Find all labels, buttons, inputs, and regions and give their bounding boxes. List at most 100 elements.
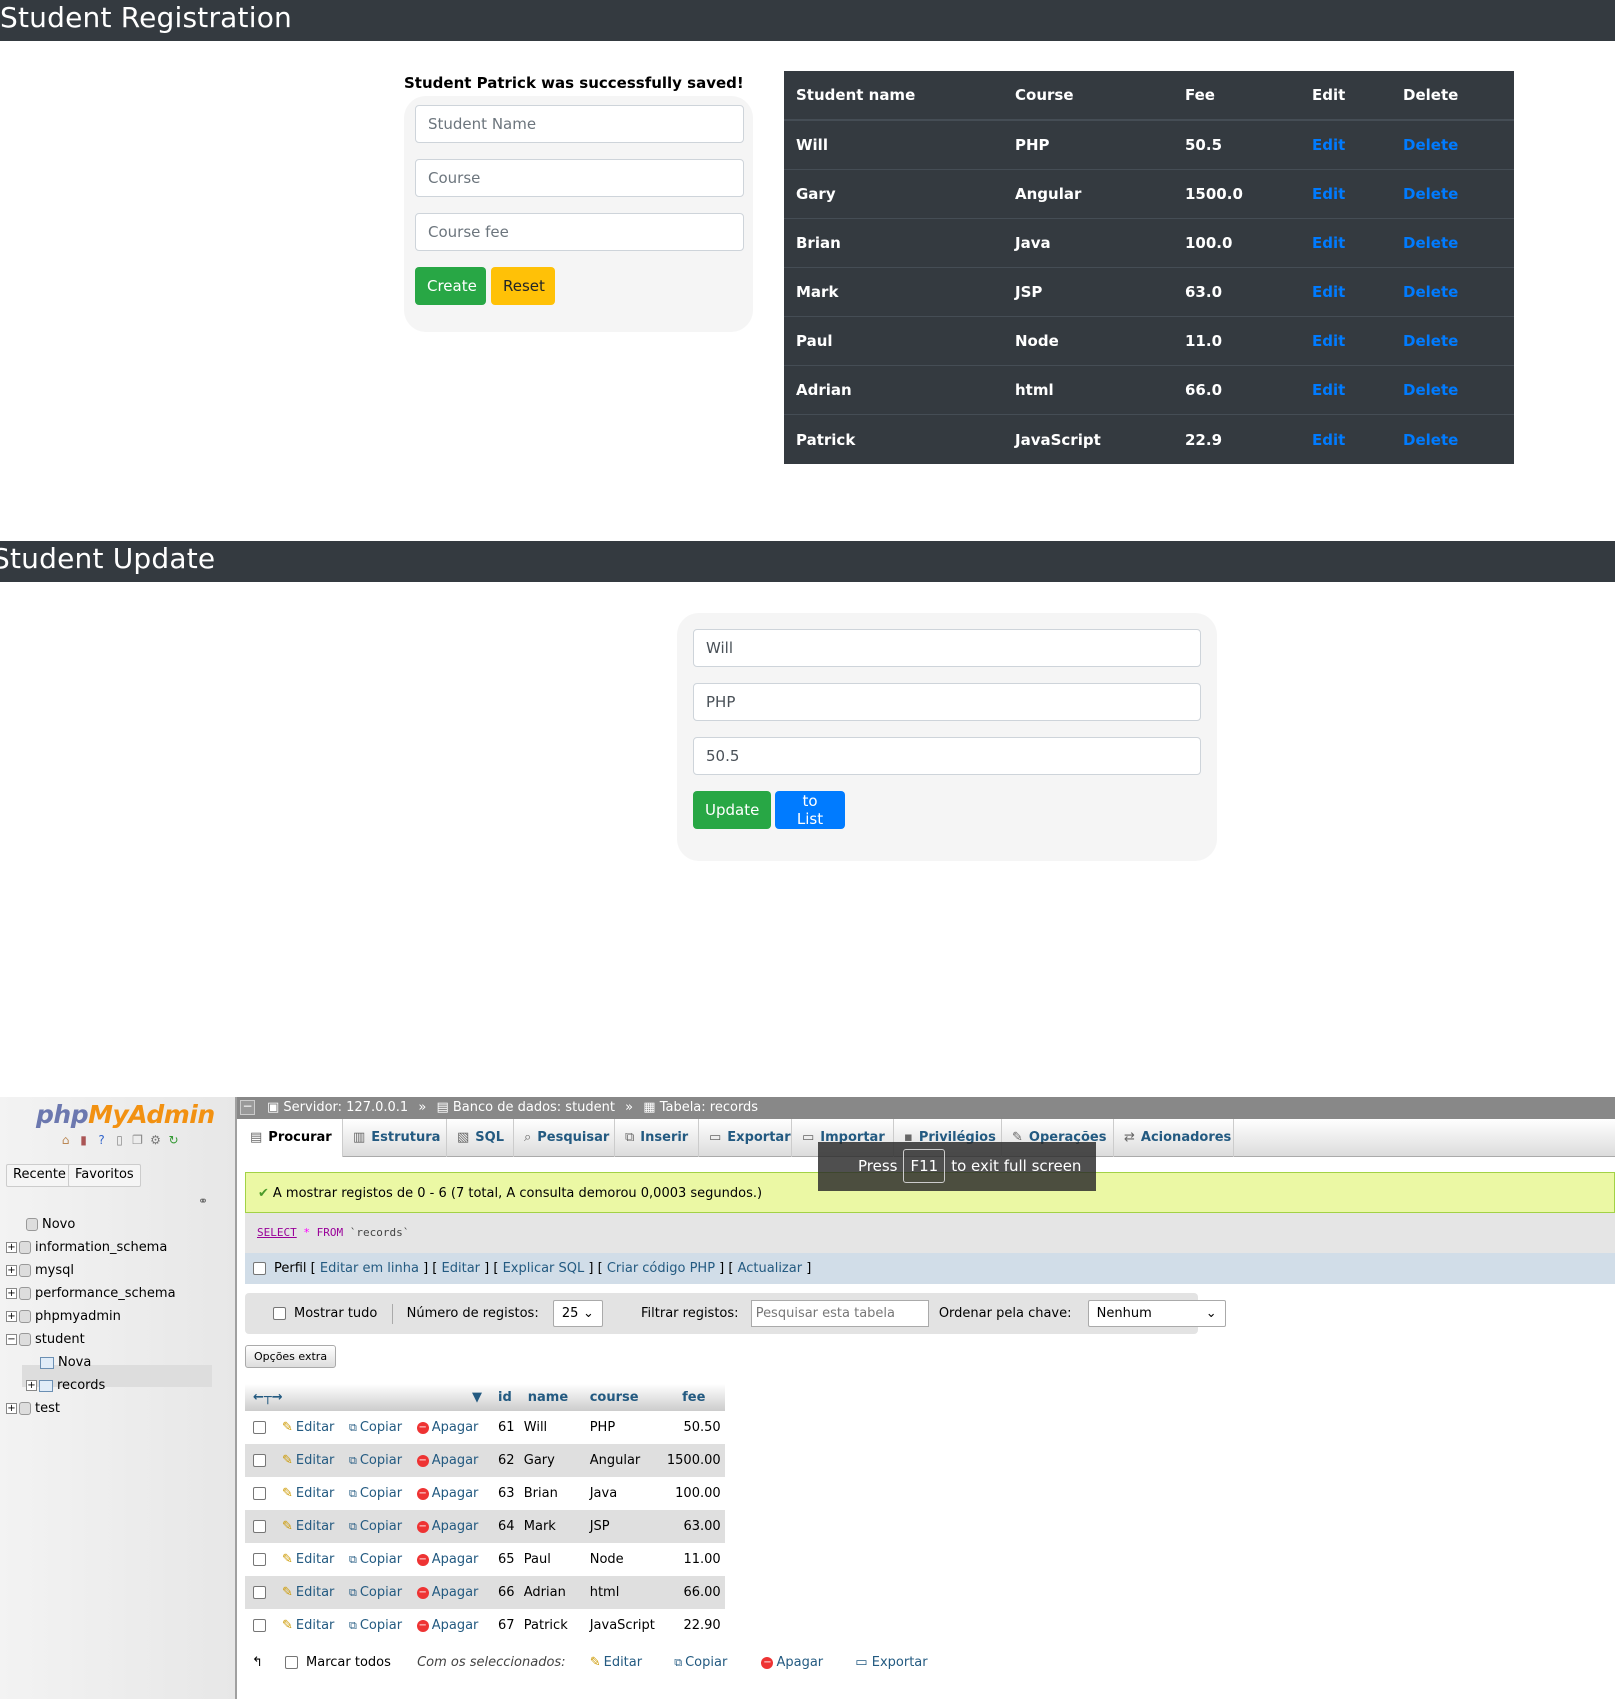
- column-header-course[interactable]: course: [581, 1384, 663, 1411]
- num-rows-select[interactable]: 25 ⌄: [552, 1300, 603, 1327]
- explain-sql-link[interactable]: Explicar SQL: [503, 1261, 585, 1276]
- edit-link[interactable]: Edit: [1312, 431, 1345, 449]
- delete-link[interactable]: Delete: [1403, 185, 1458, 203]
- tree-item-new[interactable]: Novo: [26, 1215, 75, 1235]
- tab-exportar[interactable]: ▭ Exportar: [699, 1119, 792, 1157]
- tab-sql[interactable]: ▧ SQL: [447, 1119, 514, 1157]
- row-checkbox[interactable]: [253, 1454, 266, 1467]
- row-edit[interactable]: ✎ Editar: [278, 1477, 345, 1510]
- reset-button[interactable]: Reset: [491, 267, 555, 305]
- tab-inserir[interactable]: ⧉ Inserir: [615, 1119, 699, 1157]
- tree-item-db[interactable]: + performance_schema: [6, 1284, 176, 1304]
- recent-button[interactable]: Recente: [6, 1164, 73, 1187]
- row-delete[interactable]: − Apagar: [412, 1576, 490, 1609]
- delete-link[interactable]: Delete: [1403, 332, 1458, 350]
- tree-item-db[interactable]: + information_schema: [6, 1238, 167, 1258]
- row-copy[interactable]: ⧉ Copiar: [344, 1411, 413, 1444]
- row-delete[interactable]: − Apagar: [412, 1510, 490, 1543]
- link-icon[interactable]: ⚭: [198, 1194, 208, 1208]
- breadcrumb-database[interactable]: Banco de dados: student: [453, 1100, 615, 1115]
- row-checkbox[interactable]: [253, 1553, 266, 1566]
- update-name-input[interactable]: [693, 629, 1201, 667]
- edit-link[interactable]: Editar: [442, 1261, 481, 1276]
- pma-logo[interactable]: phpMyAdmin: [36, 1100, 215, 1129]
- gear-icon[interactable]: ⚙: [148, 1133, 163, 1148]
- bulk-export-button[interactable]: Exportar: [872, 1655, 928, 1670]
- favorites-button[interactable]: Favoritos: [68, 1164, 141, 1187]
- row-delete[interactable]: − Apagar: [412, 1477, 490, 1510]
- delete-link[interactable]: Delete: [1403, 381, 1458, 399]
- row-copy[interactable]: ⧉ Copiar: [344, 1477, 413, 1510]
- breadcrumb-server[interactable]: Servidor: 127.0.0.1: [283, 1100, 408, 1115]
- edit-link[interactable]: Edit: [1312, 381, 1345, 399]
- tab-estrutura[interactable]: ▥ Estrutura: [343, 1119, 447, 1157]
- tree-item-db[interactable]: + test: [6, 1399, 60, 1419]
- student-name-input[interactable]: [415, 105, 744, 143]
- tab-procurar[interactable]: ▤ Procurar: [240, 1119, 343, 1157]
- tree-item-db-student[interactable]: − student: [6, 1330, 85, 1350]
- row-delete[interactable]: − Apagar: [412, 1543, 490, 1576]
- row-edit[interactable]: ✎ Editar: [278, 1510, 345, 1543]
- bulk-copy-button[interactable]: Copiar: [685, 1655, 727, 1670]
- docs-icon[interactable]: ▯: [112, 1133, 127, 1148]
- course-input[interactable]: [415, 159, 744, 197]
- delete-link[interactable]: Delete: [1403, 283, 1458, 301]
- edit-link[interactable]: Edit: [1312, 332, 1345, 350]
- check-all-label[interactable]: Marcar todos: [306, 1655, 391, 1670]
- filter-input[interactable]: Pesquisar esta tabela: [750, 1300, 929, 1327]
- row-checkbox[interactable]: [253, 1586, 266, 1599]
- tree-item-records[interactable]: + records: [26, 1376, 105, 1396]
- collapse-icon[interactable]: −: [240, 1100, 255, 1115]
- php-code-link[interactable]: Criar código PHP: [607, 1261, 715, 1276]
- sort-select[interactable]: Nenhum ⌄: [1087, 1300, 1226, 1327]
- row-copy[interactable]: ⧉ Copiar: [344, 1444, 413, 1477]
- row-delete[interactable]: − Apagar: [412, 1411, 490, 1444]
- row-edit[interactable]: ✎ Editar: [278, 1411, 345, 1444]
- row-edit[interactable]: ✎ Editar: [278, 1543, 345, 1576]
- edit-link[interactable]: Edit: [1312, 234, 1345, 252]
- to-list-button[interactable]: to List: [775, 791, 845, 829]
- row-edit[interactable]: ✎ Editar: [278, 1576, 345, 1609]
- course-fee-input[interactable]: [415, 213, 744, 251]
- logout-icon[interactable]: ▮: [76, 1133, 91, 1148]
- update-course-input[interactable]: [693, 683, 1201, 721]
- refresh-link[interactable]: Actualizar: [738, 1261, 802, 1276]
- bulk-edit-button[interactable]: Editar: [604, 1655, 643, 1670]
- edit-link[interactable]: Edit: [1312, 185, 1345, 203]
- row-copy[interactable]: ⧉ Copiar: [344, 1609, 413, 1642]
- tree-item-new-table[interactable]: Nova: [40, 1353, 91, 1373]
- row-copy[interactable]: ⧉ Copiar: [344, 1510, 413, 1543]
- tree-item-db[interactable]: + phpmyadmin: [6, 1307, 121, 1327]
- row-copy[interactable]: ⧉ Copiar: [344, 1576, 413, 1609]
- help-icon[interactable]: ?: [94, 1133, 109, 1148]
- edit-link[interactable]: Edit: [1312, 136, 1345, 154]
- reload-icon[interactable]: ↻: [166, 1133, 181, 1148]
- copy-icon[interactable]: ❐: [130, 1133, 145, 1148]
- edit-inline-link[interactable]: Editar em linha: [320, 1261, 419, 1276]
- delete-link[interactable]: Delete: [1403, 136, 1458, 154]
- tab-pesquisar[interactable]: ⌕ Pesquisar: [514, 1119, 615, 1157]
- row-checkbox[interactable]: [253, 1421, 266, 1434]
- row-copy[interactable]: ⧉ Copiar: [344, 1543, 413, 1576]
- row-edit[interactable]: ✎ Editar: [278, 1444, 345, 1477]
- delete-link[interactable]: Delete: [1403, 431, 1458, 449]
- update-fee-input[interactable]: [693, 737, 1201, 775]
- show-all-checkbox[interactable]: [273, 1307, 286, 1320]
- tab-acionadores[interactable]: ⇄ Acionadores: [1114, 1119, 1234, 1157]
- column-resize-controls[interactable]: ←┬→ ▼: [245, 1384, 490, 1411]
- column-header-id[interactable]: id: [490, 1384, 520, 1411]
- column-header-fee[interactable]: fee: [662, 1384, 725, 1411]
- row-edit[interactable]: ✎ Editar: [278, 1609, 345, 1642]
- row-checkbox[interactable]: [253, 1619, 266, 1632]
- row-checkbox[interactable]: [253, 1487, 266, 1500]
- edit-link[interactable]: Edit: [1312, 283, 1345, 301]
- home-icon[interactable]: ⌂: [58, 1133, 73, 1148]
- delete-link[interactable]: Delete: [1403, 234, 1458, 252]
- row-checkbox[interactable]: [253, 1520, 266, 1533]
- check-all-checkbox[interactable]: [285, 1656, 299, 1669]
- row-delete[interactable]: − Apagar: [412, 1609, 490, 1642]
- tree-item-db[interactable]: + mysql: [6, 1261, 74, 1281]
- create-button[interactable]: Create: [415, 267, 486, 305]
- extra-options-button[interactable]: Opções extra: [245, 1345, 337, 1368]
- column-header-name[interactable]: name: [519, 1384, 582, 1411]
